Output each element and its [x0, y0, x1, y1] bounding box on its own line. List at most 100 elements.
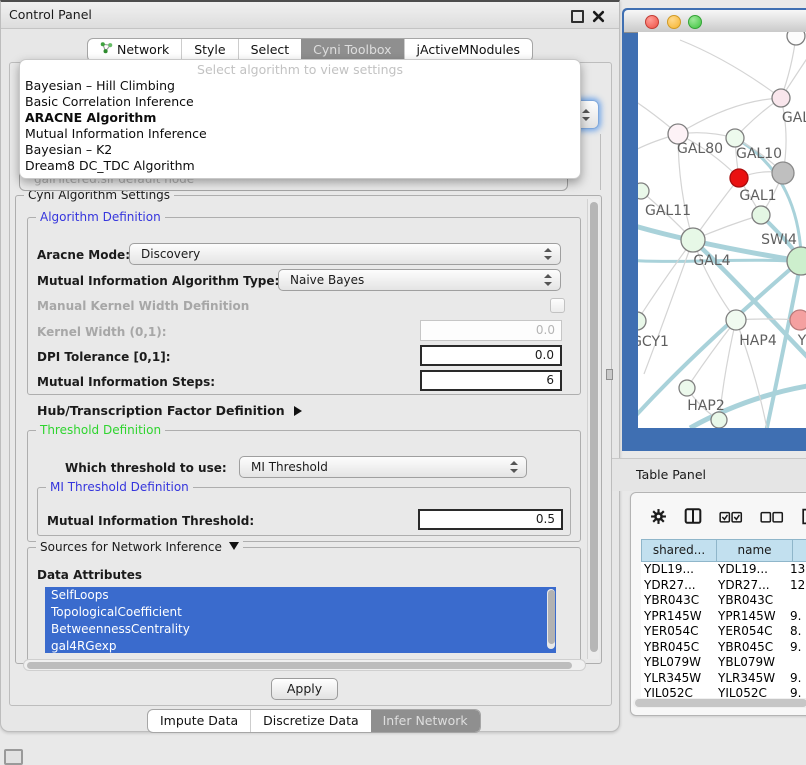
network-view-window: GALGAL80GAL10GAL1GAL11SWI4GAL4GCY1HAP4YH… [622, 8, 806, 451]
network-node[interactable] [681, 228, 705, 252]
float-window-icon[interactable] [571, 10, 584, 23]
table-row[interactable]: YLR345WYLR345W9. [641, 671, 806, 687]
aracne-mode-combobox[interactable]: Discovery [129, 243, 561, 265]
network-node[interactable] [790, 310, 806, 330]
kernel-width-field[interactable]: 0.0 [420, 320, 562, 341]
check-all-icon[interactable] [719, 509, 743, 528]
spinner-arrows-icon [544, 248, 553, 260]
pane-splitter-handle[interactable] [606, 369, 613, 380]
split-columns-icon[interactable] [684, 507, 702, 529]
cell-value: 13 [788, 562, 805, 578]
table-row[interactable]: YDL19...YDL19...13 [641, 562, 806, 578]
node-label-gal10: GAL10 [736, 146, 782, 162]
network-node[interactable] [638, 183, 649, 199]
network-node[interactable] [726, 310, 746, 330]
control-panel-titlebar: Control Panel [1, 2, 619, 29]
dropdown-item-bayesian-hill-climbing[interactable]: Bayesian – Hill Climbing [20, 78, 580, 94]
table-row[interactable]: YPR145WYPR145W9. [641, 609, 806, 625]
table-row[interactable]: YIL052CYIL052C9. [641, 686, 806, 698]
network-node[interactable] [772, 162, 794, 184]
cell-value: 12 [788, 578, 805, 594]
dpi-tolerance-label: DPI Tolerance [0,1]: [37, 350, 171, 364]
bottom-tab-discretize-data[interactable]: Discretize Data [250, 710, 370, 732]
table-row[interactable]: YDR27...YDR27...12 [641, 578, 806, 594]
cell-shared-name: YIL052C [641, 686, 718, 698]
attribute-item-gal4rgexp[interactable]: gal4RGexp [45, 638, 556, 653]
table-row[interactable]: YBR045CYBR045C9. [641, 640, 806, 656]
threshold-definition-title: Threshold Definition [36, 423, 165, 437]
dropdown-item-aracne-algorithm[interactable]: ARACNE Algorithm [20, 110, 580, 126]
bottom-tab-infer-network[interactable]: Infer Network [371, 710, 480, 732]
dropdown-item-bayesian-k2[interactable]: Bayesian – K2 [20, 142, 580, 158]
uncheck-all-icon[interactable] [760, 509, 784, 528]
network-node[interactable] [711, 412, 727, 428]
network-node[interactable] [752, 206, 770, 224]
column-header-2[interactable] [793, 539, 806, 562]
sources-group-title[interactable]: Sources for Network Inference [36, 540, 243, 554]
attribute-list-scrollbar[interactable] [547, 589, 555, 649]
attribute-item-topologicalcoefficient[interactable]: TopologicalCoefficient [45, 604, 556, 621]
mi-steps-field[interactable]: 6 [420, 370, 562, 391]
dropdown-item-dream8-dc-tdc-algorithm[interactable]: Dream8 DC_TDC Algorithm [20, 158, 580, 174]
network-node[interactable] [730, 169, 748, 187]
network-canvas[interactable]: GALGAL80GAL10GAL1GAL11SWI4GAL4GCY1HAP4YH… [638, 32, 806, 428]
mac-zoom-icon[interactable] [688, 15, 702, 29]
attribute-item-selfloops[interactable]: SelfLoops [45, 587, 556, 604]
mi-type-combobox[interactable]: Naive Bayes [278, 269, 561, 291]
network-node[interactable] [787, 32, 805, 45]
network-node[interactable] [772, 89, 790, 107]
data-attributes-list[interactable]: SelfLoopsTopologicalCoefficientBetweenne… [45, 587, 556, 653]
column-header-name[interactable]: name [717, 539, 793, 562]
mac-minimize-icon[interactable] [667, 15, 681, 29]
dropdown-item-basic-correlation-inference[interactable]: Basic Correlation Inference [20, 94, 580, 110]
network-node[interactable] [638, 312, 646, 330]
which-threshold-combobox[interactable]: MI Threshold [239, 456, 527, 478]
tab-jactivemnodules[interactable]: jActiveMNodules [404, 39, 532, 61]
network-edge[interactable] [693, 240, 736, 320]
table-row[interactable]: YBR043CYBR043C [641, 593, 806, 609]
node-label-hap2: HAP2 [687, 398, 724, 414]
close-panel-icon[interactable] [592, 8, 605, 21]
cell-shared-name: YBR045C [641, 640, 718, 656]
cell-value: 9. [788, 640, 801, 656]
table-horizontal-scrollbar[interactable] [633, 698, 806, 708]
hub-section-header[interactable]: Hub/Transcription Factor Definition [37, 403, 302, 418]
cell-shared-name: YER054C [641, 624, 718, 640]
network-edge[interactable] [678, 98, 781, 134]
mi-threshold-label: Mutual Information Threshold: [47, 514, 254, 528]
attribute-item-betweennesscentrality[interactable]: BetweennessCentrality [45, 621, 556, 638]
bottom-tab-impute-data[interactable]: Impute Data [148, 710, 250, 732]
network-node[interactable] [726, 129, 744, 147]
tab-style[interactable]: Style [181, 39, 237, 61]
mac-close-icon[interactable] [645, 15, 659, 29]
table-row[interactable]: YBL079WYBL079W [641, 655, 806, 671]
node-label-gcy1: GCY1 [638, 334, 669, 350]
which-threshold-value: MI Threshold [251, 460, 328, 474]
tab-cyni-toolbox[interactable]: Cyni Toolbox [301, 39, 403, 61]
gear-icon[interactable] [650, 508, 667, 529]
tab-select[interactable]: Select [238, 39, 302, 61]
collapsed-triangle-icon [294, 406, 302, 416]
cell-name: YIL052C [718, 686, 788, 698]
table-row[interactable]: YER054CYER054C8. [641, 624, 806, 640]
panel-grip-icon[interactable] [4, 749, 23, 765]
groupbox-border-fragment [600, 134, 601, 190]
apply-button[interactable]: Apply [271, 678, 338, 700]
network-node[interactable] [679, 380, 695, 396]
document-icon[interactable] [801, 508, 806, 529]
cell-value: 9. [788, 671, 801, 687]
node-label-gal80: GAL80 [677, 141, 723, 157]
dpi-tolerance-field[interactable]: 0.0 [420, 345, 562, 366]
manual-kernel-checkbox[interactable] [550, 298, 565, 313]
network-edge[interactable] [680, 40, 781, 98]
mi-threshold-field[interactable]: 0.5 [418, 509, 563, 530]
cell-shared-name: YBR043C [641, 593, 718, 609]
settings-vertical-scrollbar[interactable] [587, 199, 599, 659]
tab-network[interactable]: Network [88, 39, 181, 61]
network-edge[interactable] [638, 240, 693, 321]
dropdown-item-mutual-information-inference[interactable]: Mutual Information Inference [20, 126, 580, 142]
settings-horizontal-scrollbar[interactable] [23, 659, 586, 671]
node-label-gal11: GAL11 [645, 203, 691, 219]
column-header-shared[interactable]: shared... [641, 539, 717, 562]
node-label-y: Y [797, 333, 806, 349]
